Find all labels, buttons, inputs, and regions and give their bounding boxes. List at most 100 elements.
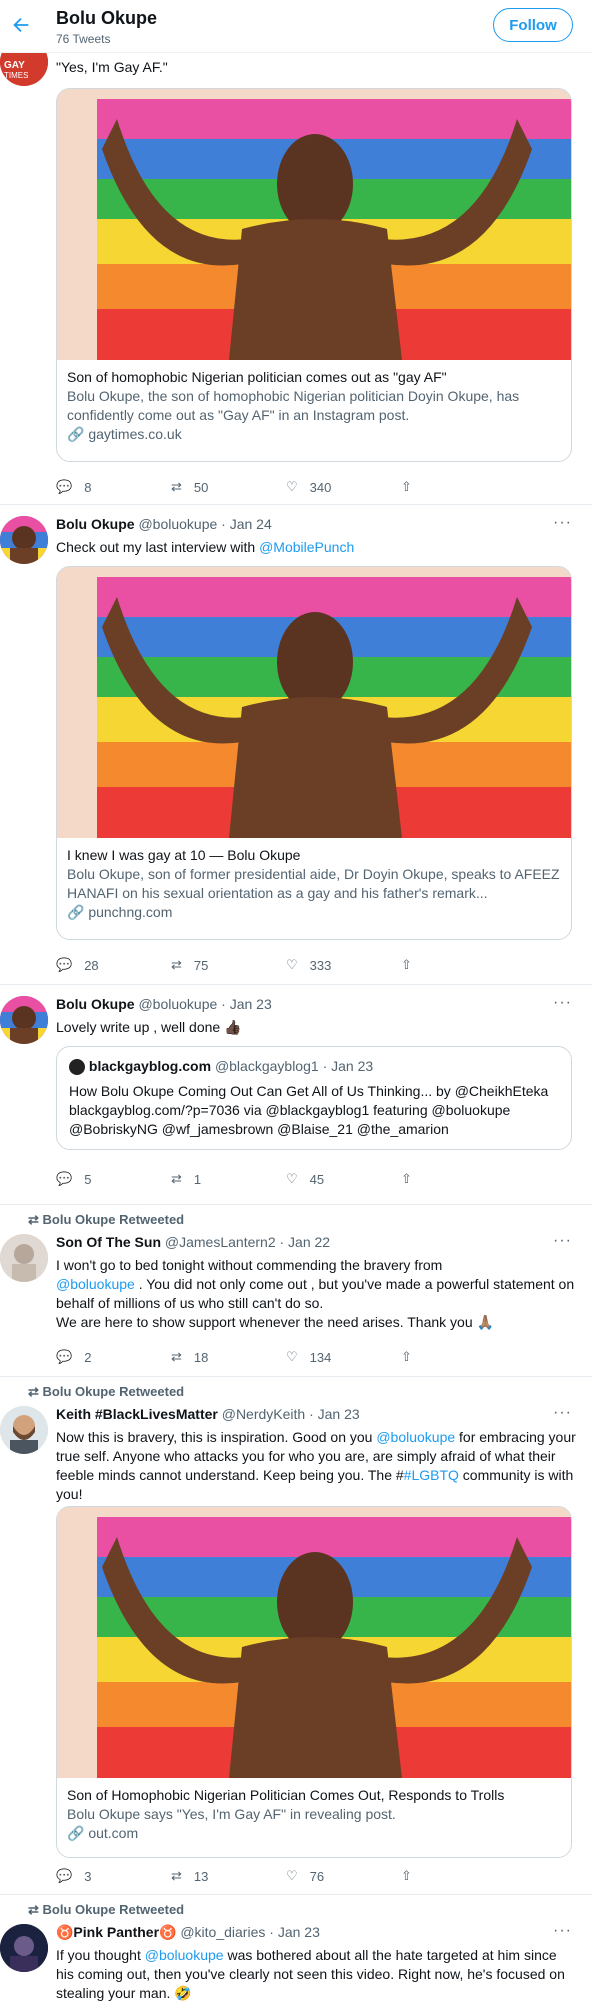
mention-link[interactable]: @boluokupe — [145, 1947, 224, 1963]
mention-link[interactable]: @boluokupe — [376, 1429, 455, 1445]
link-card[interactable]: Son of homophobic Nigerian politician co… — [56, 88, 572, 462]
card-domain: 🔗 out.com — [67, 1825, 139, 1841]
heart-icon: ♡ — [286, 957, 298, 972]
author-name[interactable]: Son Of The Sun — [56, 1234, 161, 1250]
tweet[interactable]: ⇄ Bolu Okupe Retweeted Keith #BlackLives… — [0, 1376, 592, 1895]
tweet-text: I won't go to bed tonight without commen… — [56, 1257, 575, 1330]
author-handle[interactable]: @boluokupe — [138, 996, 217, 1012]
tweet-date[interactable]: · Jan 22 — [280, 1234, 331, 1250]
tweet-count: 76 Tweets — [56, 32, 111, 46]
author-name[interactable]: Bolu Okupe — [56, 996, 135, 1012]
profile-photo — [0, 1406, 48, 1454]
author-handle[interactable]: @boluokupe — [138, 516, 217, 532]
share-icon: ⇧ — [401, 479, 412, 494]
link-card[interactable]: Son of Homophobic Nigerian Politician Co… — [56, 1506, 572, 1858]
reply-button[interactable]: 💬 2 — [56, 1347, 171, 1367]
avatar[interactable] — [0, 1406, 48, 1454]
hashtag-link[interactable]: #LGBTQ — [404, 1467, 459, 1483]
tweet-date[interactable]: · Jan 23 — [309, 1406, 360, 1422]
tweet-text: If you thought @boluokupe was bothered a… — [56, 1947, 565, 2001]
rainbow-flag-photo — [57, 1507, 571, 1778]
reply-button[interactable]: 💬 3 — [56, 1866, 171, 1886]
quote-date: · Jan 23 — [322, 1058, 374, 1074]
tweet[interactable]: ⇄ Bolu Okupe Retweeted ♉Pink Panther♉ @k… — [0, 1894, 592, 2001]
author-handle[interactable]: @JamesLantern2 — [165, 1234, 276, 1250]
share-button[interactable]: ⇧ — [401, 1347, 516, 1367]
retweet-icon: ⇄ — [28, 1902, 39, 1917]
retweet-button[interactable]: ⇄ 1 — [171, 1169, 286, 1189]
share-icon: ⇧ — [401, 1868, 412, 1883]
follow-button[interactable]: Follow — [493, 8, 573, 42]
more-options-icon[interactable]: ··· — [553, 1922, 572, 1940]
share-button[interactable]: ⇧ — [401, 1866, 516, 1886]
retweet-icon: ⇄ — [171, 1349, 182, 1364]
profile-photo — [0, 516, 48, 564]
reply-icon: 💬 — [56, 1349, 73, 1364]
avatar[interactable] — [0, 516, 48, 564]
reply-button[interactable]: 💬 28 — [56, 955, 171, 975]
mention-link[interactable]: @MobilePunch — [259, 539, 354, 555]
retweet-icon: ⇄ — [171, 1171, 182, 1186]
reply-icon: 💬 — [56, 957, 73, 972]
tweet[interactable]: ⇄ Bolu Okupe Retweeted Son Of The Sun @J… — [0, 1204, 592, 1377]
like-button[interactable]: ♡ 134 — [286, 1347, 401, 1367]
retweet-icon: ⇄ — [171, 957, 182, 972]
more-options-icon[interactable]: ··· — [553, 1232, 572, 1250]
avatar[interactable] — [0, 1234, 48, 1282]
more-options-icon[interactable]: ··· — [553, 1404, 572, 1422]
quote-tweet[interactable]: blackgayblog.com @blackgayblog1 · Jan 23… — [56, 1046, 572, 1150]
tweet-header: Bolu Okupe @boluokupe · Jan 24 — [56, 516, 272, 532]
mention-link[interactable]: @boluokupe — [56, 1276, 135, 1292]
tweet-date[interactable]: · Jan 24 — [221, 516, 272, 532]
card-image — [57, 89, 571, 360]
tweet[interactable]: GAY TIMES "Yes, I'm Gay AF." Son of homo… — [0, 38, 592, 505]
share-button[interactable]: ⇧ — [401, 477, 516, 497]
tweet-actions: 💬 5 ⇄ 1 ♡ 45 ⇧ — [56, 1169, 516, 1189]
share-icon: ⇧ — [401, 1171, 412, 1186]
reply-button[interactable]: 💬 5 — [56, 1169, 171, 1189]
author-handle[interactable]: @kito_diaries — [180, 1924, 265, 1940]
retweet-button[interactable]: ⇄ 13 — [171, 1866, 286, 1886]
more-options-icon[interactable]: ··· — [553, 994, 572, 1012]
rainbow-flag-photo — [57, 89, 571, 360]
tweet-date[interactable]: · Jan 23 — [221, 996, 272, 1012]
reply-icon: 💬 — [56, 1171, 73, 1186]
card-image — [57, 567, 571, 838]
retweet-button[interactable]: ⇄ 75 — [171, 955, 286, 975]
author-name[interactable]: ♉Pink Panther♉ — [56, 1924, 176, 1940]
retweet-button[interactable]: ⇄ 18 — [171, 1347, 286, 1367]
tweet[interactable]: Bolu Okupe @boluokupe · Jan 23 ··· Lovel… — [0, 984, 592, 1205]
retweet-icon: ⇄ — [171, 479, 182, 494]
share-button[interactable]: ⇧ — [401, 955, 516, 975]
tweet-actions: 💬 28 ⇄ 75 ♡ 333 ⇧ — [56, 955, 516, 975]
tweet-actions: 💬 3 ⇄ 13 ♡ 76 ⇧ — [56, 1866, 516, 1886]
card-image — [57, 1507, 571, 1778]
heart-icon: ♡ — [286, 1868, 298, 1883]
author-name[interactable]: Bolu Okupe — [56, 516, 135, 532]
retweet-button[interactable]: ⇄ 50 — [171, 477, 286, 497]
retweet-icon: ⇄ — [28, 1212, 39, 1227]
share-button[interactable]: ⇧ — [401, 1169, 516, 1189]
like-button[interactable]: ♡ 340 — [286, 477, 401, 497]
link-icon: 🔗 — [67, 1825, 85, 1841]
svg-text:TIMES: TIMES — [4, 71, 28, 80]
heart-icon: ♡ — [286, 1349, 298, 1364]
link-card[interactable]: I knew I was gay at 10 — Bolu Okupe Bolu… — [56, 566, 572, 940]
tweet-header: Keith #BlackLivesMatter @NerdyKeith · Ja… — [56, 1406, 360, 1422]
like-button[interactable]: ♡ 45 — [286, 1169, 401, 1189]
avatar[interactable] — [0, 1924, 48, 1972]
back-arrow-icon[interactable] — [10, 14, 32, 36]
like-button[interactable]: ♡ 76 — [286, 1866, 401, 1886]
author-name[interactable]: Keith #BlackLivesMatter — [56, 1406, 218, 1422]
tweet[interactable]: Bolu Okupe @boluokupe · Jan 24 ··· Check… — [0, 504, 592, 985]
author-handle[interactable]: @NerdyKeith — [222, 1406, 305, 1422]
reply-button[interactable]: 💬 8 — [56, 477, 171, 497]
reply-icon: 💬 — [56, 479, 73, 494]
more-options-icon[interactable]: ··· — [553, 514, 572, 532]
like-button[interactable]: ♡ 333 — [286, 955, 401, 975]
tweet-actions: 💬 8 ⇄ 50 ♡ 340 ⇧ — [56, 477, 516, 497]
avatar[interactable] — [0, 996, 48, 1044]
tweet-date[interactable]: · Jan 23 — [269, 1924, 320, 1940]
link-icon: 🔗 — [67, 426, 85, 442]
retweeted-label: ⇄ Bolu Okupe Retweeted — [28, 1902, 185, 1917]
